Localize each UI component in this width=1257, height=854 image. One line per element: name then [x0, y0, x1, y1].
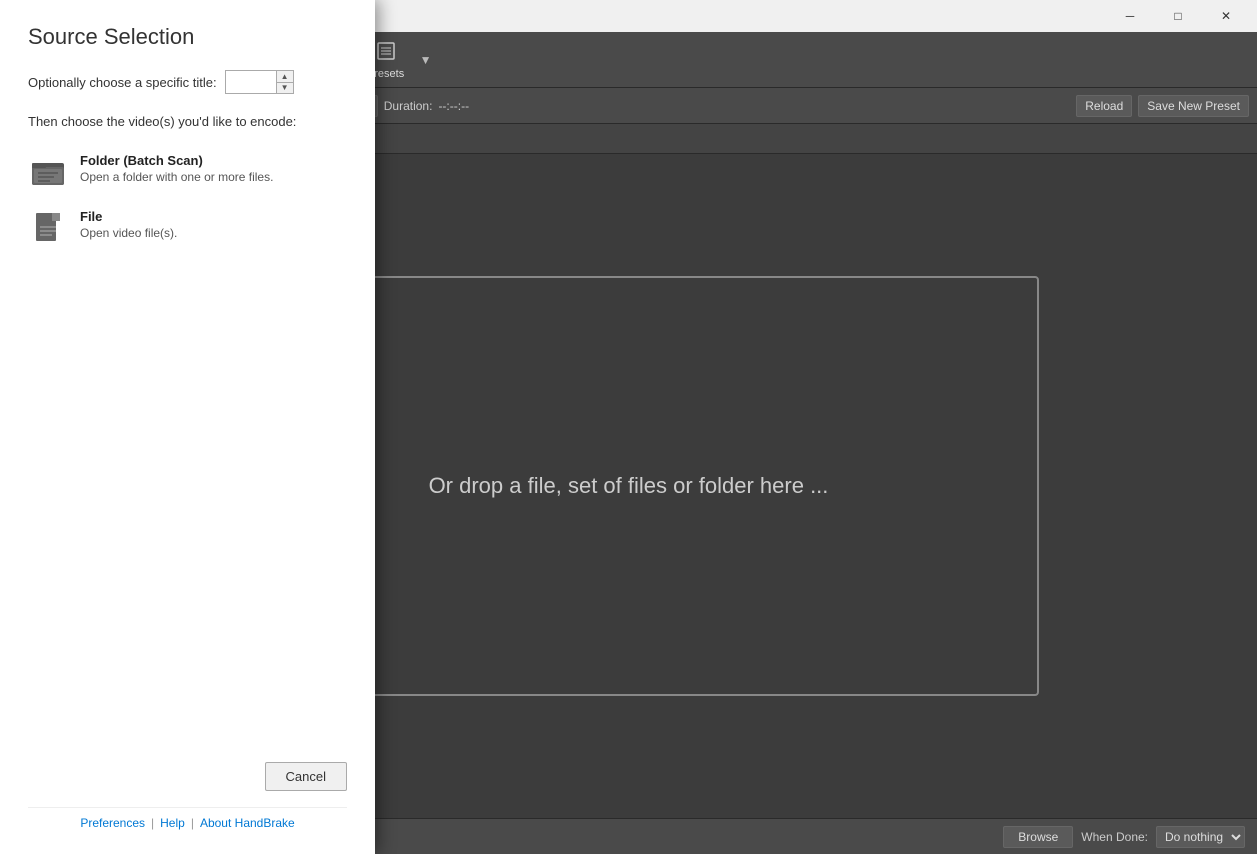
file-icon: [28, 209, 68, 249]
minimize-button[interactable]: ─: [1107, 0, 1153, 32]
duration-label: Duration:: [384, 99, 433, 113]
spacer: [28, 257, 347, 762]
duration-value: --:--:--: [438, 99, 469, 113]
title-spinner: ▲ ▼: [225, 70, 294, 94]
folder-text: Folder (Batch Scan) Open a folder with o…: [80, 153, 273, 184]
file-option[interactable]: File Open video file(s).: [28, 201, 347, 257]
about-link[interactable]: About HandBrake: [200, 816, 295, 830]
spinner-down-button[interactable]: ▼: [277, 83, 293, 94]
close-button[interactable]: ✕: [1203, 0, 1249, 32]
browse-button[interactable]: Browse: [1003, 826, 1073, 848]
drop-zone-text: Or drop a file, set of files or folder h…: [429, 473, 829, 499]
file-name: File: [80, 209, 177, 224]
folder-option[interactable]: Folder (Batch Scan) Open a folder with o…: [28, 145, 347, 201]
folder-desc: Open a folder with one or more files.: [80, 170, 273, 184]
save-preset-button[interactable]: Save New Preset: [1138, 95, 1249, 117]
cancel-btn-wrap: Cancel: [28, 762, 347, 791]
file-desc: Open video file(s).: [80, 226, 177, 240]
help-link[interactable]: Help: [160, 816, 185, 830]
title-input[interactable]: [225, 70, 277, 94]
when-done-select[interactable]: Do nothing: [1156, 826, 1245, 848]
reload-button[interactable]: Reload: [1076, 95, 1132, 117]
separator-1: |: [151, 816, 154, 830]
preferences-link[interactable]: Preferences: [80, 816, 145, 830]
cancel-button[interactable]: Cancel: [265, 762, 347, 791]
title-chooser-label: Optionally choose a specific title:: [28, 75, 217, 90]
spinner-buttons: ▲ ▼: [277, 70, 294, 94]
title-chooser-row: Optionally choose a specific title: ▲ ▼: [28, 70, 347, 94]
encode-label: Then choose the video(s) you'd like to e…: [28, 114, 347, 129]
presets-icon: [375, 40, 397, 66]
when-done-label: When Done:: [1081, 830, 1148, 844]
folder-icon: [28, 153, 68, 193]
presets-chevron: ▼: [420, 53, 432, 67]
overlay-footer: Preferences | Help | About HandBrake: [28, 807, 347, 830]
file-text: File Open video file(s).: [80, 209, 177, 240]
window-controls: ─ □ ✕: [1107, 0, 1249, 32]
spinner-up-button[interactable]: ▲: [277, 71, 293, 82]
folder-name: Folder (Batch Scan): [80, 153, 273, 168]
separator-2: |: [191, 816, 194, 830]
panel-title: Source Selection: [28, 24, 347, 50]
source-selection-panel: Source Selection Optionally choose a spe…: [0, 0, 375, 854]
maximize-button[interactable]: □: [1155, 0, 1201, 32]
